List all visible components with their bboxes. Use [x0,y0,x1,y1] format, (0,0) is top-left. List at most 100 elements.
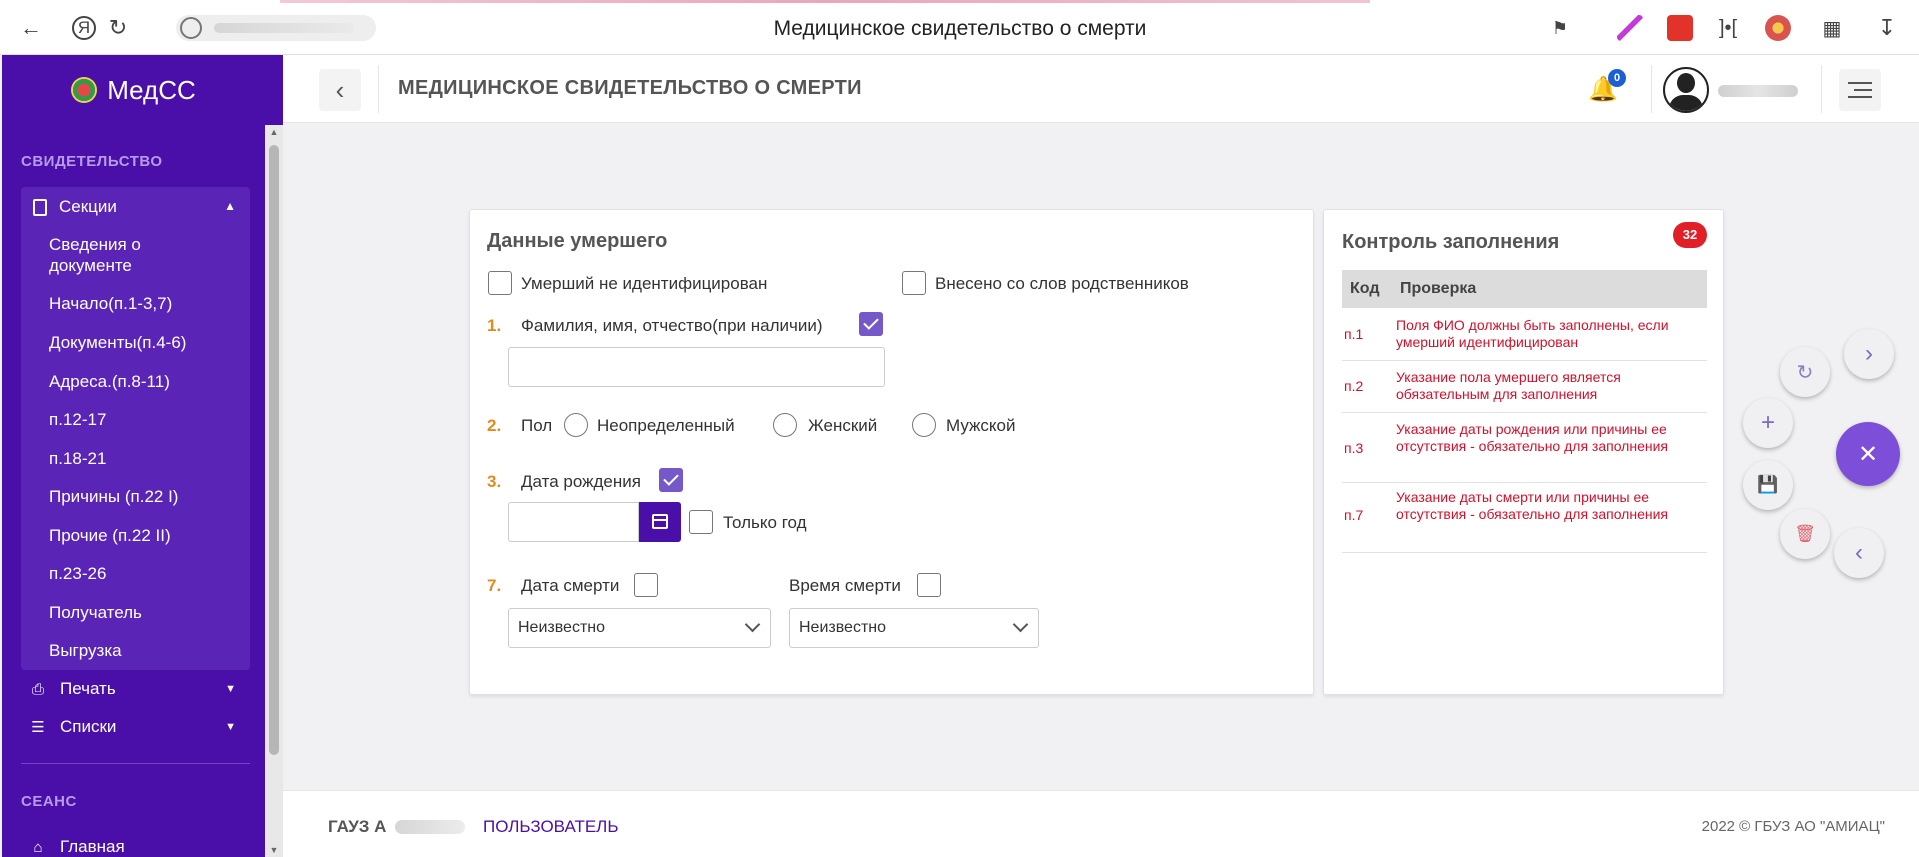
death-date-label: Дата смерти [521,576,620,595]
death-time-select[interactable]: Неизвестно [789,608,1039,648]
sidebar-subitem-documents[interactable]: Документы(п.4-6) [49,332,186,353]
trash-icon: 🗑 [1794,524,1816,543]
plus-icon: + [1760,409,1775,436]
sidebar-item-print[interactable]: ⎙ Печать ▼ [30,677,250,701]
row-check: Указание даты смерти или причины ее отсу… [1396,489,1668,522]
browser-toolbar: ← Я ↻ Медицинское свидетельство о смерти… [0,0,1919,55]
avatar-head [1677,73,1695,93]
printer-icon: ⎙ [31,680,44,698]
death-time-label: Время смерти [789,576,901,595]
extension-red-icon[interactable] [1667,15,1693,41]
field-number: 3. [487,472,502,491]
bookmark-icon[interactable]: ⚑ [1545,13,1575,43]
death-time-checkbox[interactable] [917,573,941,597]
sidebar-subitem-p23-26[interactable]: п.23-26 [49,563,106,584]
row-check: Указание пола умершего является обязател… [1396,369,1621,402]
column-header-check: Проверка [1400,280,1477,297]
refresh-icon: ↻ [1796,361,1814,384]
brand[interactable]: МедСС [2,55,265,125]
copyright: 2022 © ГБУЗ АО "АМИАЦ" [1701,818,1885,835]
menu-button[interactable] [1839,69,1881,111]
sidebar-subitem-addresses[interactable]: Адреса.(п.8-11) [49,371,170,392]
birth-date-input[interactable] [508,502,639,542]
menu-line [1848,82,1872,84]
scroll-down-icon[interactable]: ▼ [265,845,283,855]
extension-pen-icon[interactable] [1617,15,1643,41]
gender-label: Пол [521,416,553,435]
user-avatar[interactable] [1663,67,1709,113]
sidebar-subitem-start[interactable]: Начало(п.1-3,7) [49,293,172,314]
app-header: ‹ МЕДИЦИНСКОЕ СВИДЕТЕЛЬСТВО О СМЕРТИ 🔔 0 [283,55,1919,123]
delete-button[interactable]: 🗑 [1780,509,1830,559]
full-name-input[interactable] [508,347,885,387]
address-bar[interactable] [176,15,376,41]
from-relatives-checkbox[interactable] [902,271,926,295]
notifications-button[interactable]: 🔔 0 [1588,69,1626,105]
organization-name: ГАУЗ А [328,817,387,836]
calendar-button[interactable] [639,502,681,542]
chevron-down-icon [1012,616,1029,633]
table-row[interactable]: п.3 Указание даты рождения или причины е… [1342,413,1707,483]
sidebar-item-sections[interactable]: Секции ▲ [21,187,250,227]
gender-male-radio[interactable] [912,413,936,437]
birth-date-label: Дата рождения [521,472,641,491]
user-role-link[interactable]: ПОЛЬЗОВАТЕЛЬ [483,817,619,837]
sidebar: МедСС СВИДЕТЕЛЬСТВО Секции ▲ Сведения о … [2,55,283,857]
add-button[interactable]: + [1743,398,1793,448]
extension-bracket-icon[interactable]: ]•[ [1713,13,1743,43]
chevron-down-icon: ▼ [225,683,236,695]
scroll-up-icon[interactable]: ▲ [265,127,283,137]
sidebar-item-label: Списки [60,717,117,736]
close-fab-button[interactable]: ✕ [1836,422,1900,486]
row-check: Поля ФИО должны быть заполнены, если уме… [1396,317,1669,350]
sidebar-subitem-document-info[interactable]: Сведения о документе [49,234,189,276]
field-number: 2. [487,416,502,435]
table-row[interactable]: п.2 Указание пола умершего является обяз… [1342,361,1707,413]
home-icon: ⌂ [33,838,43,856]
emblem-logo-icon [71,77,98,103]
table-row[interactable]: п.1 Поля ФИО должны быть заполнены, если… [1342,308,1707,361]
gender-option-label: Женский [808,416,878,435]
extension-avatar-icon[interactable] [1765,15,1791,41]
sidebar-item-lists[interactable]: ☰ Списки ▼ [30,715,250,739]
sidebar-scrollbar[interactable]: ▲ ▼ [265,125,283,857]
sidebar-subitem-p18-21[interactable]: п.18-21 [49,448,106,469]
table-row[interactable]: п.7 Указание даты смерти или причины ее … [1342,483,1707,553]
menu-line [1854,89,1872,91]
full-name-checkbox[interactable] [859,312,883,336]
sidebar-item-home[interactable]: ⌂ Главная [30,835,250,857]
birth-date-checkbox[interactable] [659,468,683,492]
save-button[interactable]: 💾 [1743,460,1793,510]
sidebar-subitem-causes[interactable]: Причины (п.22 I) [49,486,178,507]
back-arrow-icon[interactable]: ← [16,13,46,43]
not-identified-checkbox[interactable] [488,271,512,295]
death-date-select[interactable]: Неизвестно [508,608,771,648]
sidebar-subitem-other[interactable]: Прочие (п.22 II) [49,525,171,546]
brand-name: МедСС [107,74,196,105]
document-icon [33,198,47,216]
extensions-puzzle-icon[interactable]: ▦ [1817,13,1847,43]
card-title: Данные умершего [487,230,668,252]
scrollbar-thumb[interactable] [269,145,279,755]
gender-female-radio[interactable] [773,413,797,437]
yandex-icon[interactable]: Я [72,16,96,40]
refresh-button[interactable]: ↻ [1780,347,1830,397]
only-year-checkbox[interactable] [689,510,713,534]
sidebar-subitem-p12-17[interactable]: п.12-17 [49,409,106,430]
username-blurred[interactable] [1718,85,1798,97]
sidebar-item-label: Печать [60,679,116,698]
header-divider [1651,65,1652,113]
previous-button[interactable]: ‹ [1834,528,1884,578]
back-button[interactable]: ‹ [319,69,361,111]
row-code: п.3 [1344,440,1364,456]
death-date-checkbox[interactable] [634,573,658,597]
next-button[interactable]: › [1844,329,1894,379]
sidebar-subitem-recipient[interactable]: Получатель [49,602,142,623]
section-session-heading: СЕАНС [21,793,77,810]
reload-icon[interactable]: ↻ [103,13,133,43]
footer: ГАУЗ А ПОЛЬЗОВАТЕЛЬ 2022 © ГБУЗ АО "АМИА… [283,790,1919,857]
sidebar-subitem-export[interactable]: Выгрузка [49,640,122,661]
page-title: МЕДИЦИНСКОЕ СВИДЕТЕЛЬСТВО О СМЕРТИ [398,77,862,99]
download-icon[interactable]: ↧ [1872,13,1902,43]
gender-undefined-radio[interactable] [564,413,588,437]
